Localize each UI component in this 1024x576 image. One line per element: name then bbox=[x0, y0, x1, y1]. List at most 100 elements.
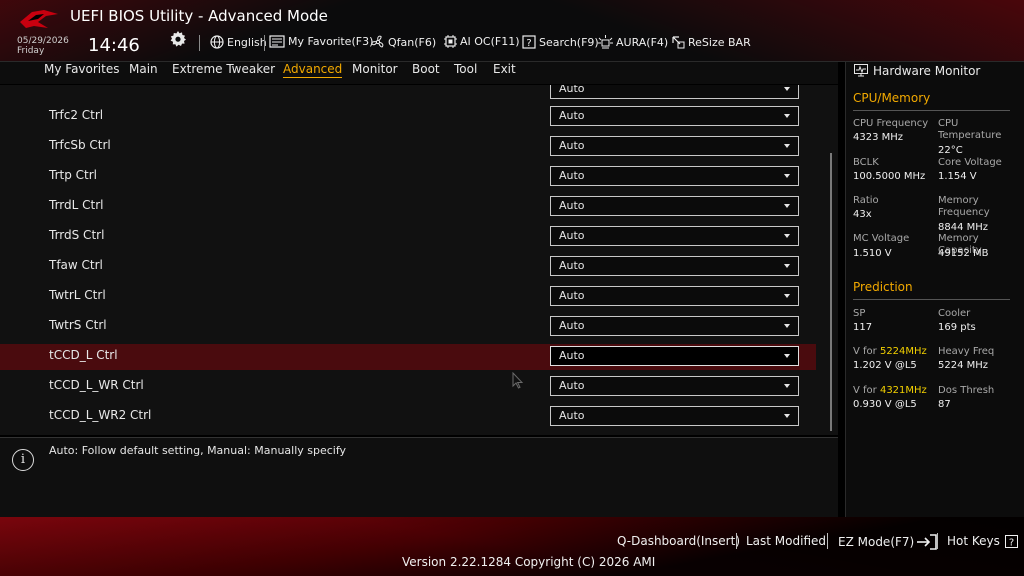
ai-oc-button[interactable]: AI OC(F11) bbox=[444, 35, 520, 48]
ez-mode-label: EZ Mode(F7) bbox=[838, 535, 915, 549]
clock-display[interactable]: 14:46 bbox=[88, 35, 140, 56]
ai-oc-icon bbox=[444, 35, 457, 48]
setting-label: Tfaw Ctrl bbox=[49, 258, 103, 272]
separator bbox=[736, 533, 737, 549]
svg-text:?: ? bbox=[1009, 537, 1014, 548]
chevron-down-icon bbox=[784, 87, 790, 91]
date-text: 05/29/2026 bbox=[17, 36, 69, 46]
setting-select[interactable]: Auto bbox=[550, 85, 799, 99]
chevron-down-icon bbox=[784, 174, 790, 178]
setting-select[interactable]: Auto bbox=[550, 406, 799, 426]
setting-row[interactable]: Trtp Ctrl Auto bbox=[0, 164, 816, 190]
separator bbox=[827, 533, 828, 549]
gear-icon[interactable] bbox=[170, 31, 186, 47]
setting-row[interactable]: TwtrS Ctrl Auto bbox=[0, 314, 816, 340]
chevron-down-icon bbox=[784, 384, 790, 388]
core-voltage-label: Core Voltage bbox=[938, 157, 1002, 168]
setting-row[interactable]: TrrdS Ctrl Auto bbox=[0, 224, 816, 250]
question-icon: ? bbox=[1004, 534, 1018, 548]
sp-value: 117 bbox=[853, 322, 873, 333]
bclk-label: BCLK bbox=[853, 157, 879, 168]
divider bbox=[853, 110, 1010, 111]
setting-label: TwtrL Ctrl bbox=[49, 288, 106, 302]
sp-label: SP bbox=[853, 308, 866, 319]
q-dashboard-button[interactable]: Q-Dashboard(Insert) bbox=[617, 534, 740, 548]
menu-monitor[interactable]: Monitor bbox=[352, 62, 398, 77]
memory-frequency-label-1: Memory bbox=[938, 195, 979, 206]
globe-icon bbox=[210, 35, 224, 49]
footer-bar: Q-Dashboard(Insert) Last Modified EZ Mod… bbox=[0, 517, 1024, 576]
setting-row[interactable]: TwtrL Ctrl Auto bbox=[0, 284, 816, 310]
setting-select[interactable]: Auto bbox=[550, 346, 799, 366]
setting-select[interactable]: Auto bbox=[550, 136, 799, 156]
setting-value: Auto bbox=[559, 259, 585, 272]
aura-icon bbox=[598, 35, 613, 49]
setting-value: Auto bbox=[559, 85, 585, 95]
my-favorite-button[interactable]: My Favorite(F3) bbox=[269, 35, 373, 48]
hot-keys-button[interactable]: Hot Keys ? bbox=[947, 534, 1018, 548]
setting-row[interactable]: tCCD_L_WR Ctrl Auto bbox=[0, 374, 816, 400]
setting-row-partial[interactable]: Auto bbox=[0, 85, 816, 103]
ratio-label: Ratio bbox=[853, 195, 879, 206]
setting-label: TrfcSb Ctrl bbox=[49, 138, 111, 152]
setting-value: Auto bbox=[559, 289, 585, 302]
v-for-value-1: 1.202 V @L5 bbox=[853, 360, 917, 371]
app-title: UEFI BIOS Utility - Advanced Mode bbox=[70, 7, 328, 25]
menu-exit[interactable]: Exit bbox=[493, 62, 516, 77]
chevron-down-icon bbox=[784, 204, 790, 208]
resize-bar-label: ReSize BAR bbox=[688, 35, 751, 49]
day-text: Friday bbox=[17, 46, 45, 56]
menu-my-favorites[interactable]: My Favorites bbox=[44, 62, 119, 77]
setting-select[interactable]: Auto bbox=[550, 196, 799, 216]
menu-boot[interactable]: Boot bbox=[412, 62, 440, 77]
cpu-memory-heading: CPU/Memory bbox=[853, 91, 931, 105]
exit-arrow-icon bbox=[917, 534, 938, 550]
chevron-down-icon bbox=[784, 414, 790, 418]
separator bbox=[199, 35, 200, 51]
v-for-prefix: V for bbox=[853, 385, 880, 396]
setting-select[interactable]: Auto bbox=[550, 226, 799, 246]
setting-select[interactable]: Auto bbox=[550, 286, 799, 306]
setting-row[interactable]: Trfc2 Ctrl Auto bbox=[0, 104, 816, 130]
svg-text:?: ? bbox=[526, 38, 531, 49]
setting-label: tCCD_L_WR2 Ctrl bbox=[49, 408, 152, 422]
mc-voltage-label: MC Voltage bbox=[853, 233, 910, 244]
setting-select[interactable]: Auto bbox=[550, 316, 799, 336]
setting-select[interactable]: Auto bbox=[550, 376, 799, 396]
setting-value: Auto bbox=[559, 319, 585, 332]
cpu-temperature-label-1: CPU bbox=[938, 118, 959, 129]
search-icon: ? bbox=[522, 35, 536, 49]
memory-capacity-value: 49152 MB bbox=[938, 248, 989, 259]
setting-row[interactable]: TrfcSb Ctrl Auto bbox=[0, 134, 816, 160]
language-label: English bbox=[227, 35, 267, 49]
menu-main[interactable]: Main bbox=[129, 62, 158, 77]
favorite-icon bbox=[269, 35, 285, 48]
menu-advanced[interactable]: Advanced bbox=[283, 62, 343, 78]
monitor-icon bbox=[854, 64, 868, 77]
setting-select[interactable]: Auto bbox=[550, 166, 799, 186]
menu-tool[interactable]: Tool bbox=[454, 62, 477, 77]
setting-row[interactable]: Tfaw Ctrl Auto bbox=[0, 254, 816, 280]
setting-select[interactable]: Auto bbox=[550, 256, 799, 276]
setting-select[interactable]: Auto bbox=[550, 106, 799, 126]
resize-bar-button[interactable]: ReSize BAR bbox=[671, 35, 751, 49]
menu-extreme-tweaker[interactable]: Extreme Tweaker bbox=[172, 62, 275, 77]
last-modified-button[interactable]: Last Modified bbox=[746, 534, 826, 548]
search-button[interactable]: ? Search(F9) bbox=[522, 35, 599, 49]
setting-row[interactable]: TrrdL Ctrl Auto bbox=[0, 194, 816, 220]
mouse-cursor-icon bbox=[512, 372, 524, 389]
setting-value: Auto bbox=[559, 379, 585, 392]
setting-label: TrrdL Ctrl bbox=[49, 198, 104, 212]
language-button[interactable]: English bbox=[210, 35, 267, 49]
aura-button[interactable]: AURA(F4) bbox=[598, 35, 668, 49]
chevron-down-icon bbox=[784, 114, 790, 118]
setting-label: TwtrS Ctrl bbox=[49, 318, 107, 332]
scrollbar[interactable] bbox=[830, 153, 832, 431]
ez-mode-button[interactable]: EZ Mode(F7) bbox=[838, 534, 938, 550]
setting-row[interactable]: tCCD_L_WR2 Ctrl Auto bbox=[0, 404, 816, 430]
hot-keys-label: Hot Keys bbox=[947, 534, 1000, 548]
memory-frequency-label-2: Frequency bbox=[938, 207, 990, 218]
qfan-button[interactable]: Qfan(F6) bbox=[371, 35, 436, 49]
setting-value: Auto bbox=[559, 409, 585, 422]
setting-row-selected[interactable]: tCCD_L Ctrl Auto bbox=[0, 344, 816, 370]
